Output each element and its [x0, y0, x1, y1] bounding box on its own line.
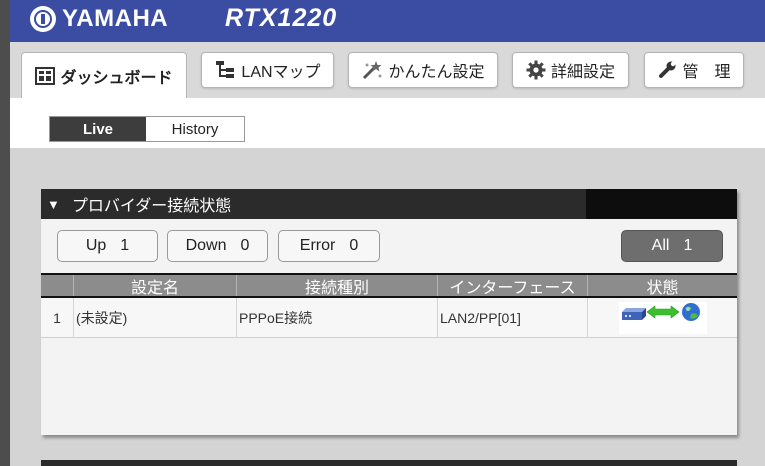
- brand-name: YAMAHA: [62, 5, 169, 32]
- live-toggle[interactable]: Live: [50, 117, 146, 141]
- globe-icon: [682, 303, 700, 321]
- main-nav: ダッシュボード LANマップ かんたん設定 詳細設定 管 理: [10, 42, 765, 98]
- table-row[interactable]: 1 (未設定) PPPoE接続 LAN2/PP[01]: [41, 298, 737, 338]
- row-interface: LAN2/PP[01]: [437, 298, 587, 338]
- wrench-icon: [659, 61, 676, 78]
- dashboard-icon: [35, 66, 56, 85]
- index-column-header: [41, 275, 73, 296]
- history-toggle[interactable]: History: [146, 117, 244, 141]
- error-count: 0: [349, 237, 359, 254]
- provider-status-panel: ▼ プロバイダー接続状態 Up 1 Down 0 Error 0 All 1 設…: [41, 189, 737, 435]
- error-label: Error: [299, 237, 336, 254]
- next-panel-header: [41, 460, 737, 466]
- main-content: Live History ▼ プロバイダー接続状態 Up 1 Down 0 Er…: [10, 98, 765, 466]
- row-name: (未設定): [73, 298, 236, 338]
- all-count: 1: [683, 237, 693, 254]
- column-header-type[interactable]: 接続種別: [236, 275, 437, 297]
- row-type: PPPoE接続: [236, 298, 437, 338]
- brand-logo: YAMAHA: [30, 3, 168, 35]
- gear-icon: [526, 60, 546, 80]
- all-label: All: [651, 237, 670, 254]
- down-count: 0: [240, 237, 250, 254]
- row-index: 1: [53, 310, 61, 326]
- tab-label: 詳細設定: [550, 64, 615, 81]
- app-frame: YAMAHA RTX1220 ダッシュボード LANマップ かんたん設定 詳細設…: [10, 0, 765, 466]
- model-name: RTX1220: [225, 4, 338, 32]
- view-toggle-bar: Live History: [10, 98, 765, 148]
- up-filter-button[interactable]: Up 1: [57, 230, 158, 262]
- column-header-interface[interactable]: インターフェース: [437, 275, 587, 297]
- down-label: Down: [185, 237, 227, 254]
- tab-management[interactable]: 管 理: [644, 52, 744, 88]
- up-label: Up: [85, 237, 107, 254]
- error-filter-button[interactable]: Error 0: [278, 230, 380, 262]
- panel-title: プロバイダー接続状態: [71, 198, 232, 215]
- all-filter-button[interactable]: All 1: [621, 230, 723, 262]
- lan-map-icon: [216, 61, 235, 78]
- down-filter-button[interactable]: Down 0: [167, 230, 268, 262]
- column-header-status[interactable]: 状態: [587, 275, 737, 297]
- up-count: 1: [120, 237, 130, 254]
- status-indicator: [619, 302, 707, 334]
- router-icon: [622, 308, 646, 320]
- tab-easy-setup[interactable]: かんたん設定: [348, 52, 498, 88]
- table-header: 設定名 接続種別 インターフェース 状態: [41, 273, 737, 298]
- tab-advanced-settings[interactable]: 詳細設定: [512, 52, 629, 88]
- tab-label: 管 理: [682, 64, 731, 81]
- tab-label: ダッシュボード: [60, 69, 173, 87]
- tab-label: LANマップ: [241, 64, 321, 81]
- header-bar: YAMAHA RTX1220: [10, 0, 765, 42]
- tab-label: かんたん設定: [388, 64, 485, 81]
- column-header-name[interactable]: 設定名: [73, 275, 236, 297]
- tab-dashboard[interactable]: ダッシュボード: [21, 52, 187, 98]
- connection-status-graphic: [622, 303, 700, 321]
- connected-arrow-icon: [646, 305, 680, 319]
- tab-lan-map[interactable]: LANマップ: [201, 52, 334, 88]
- panel-header-tail: [586, 189, 737, 219]
- panel-header[interactable]: ▼ プロバイダー接続状態: [41, 189, 586, 219]
- view-toggle: Live History: [49, 116, 245, 142]
- yamaha-tuning-fork-icon: [30, 6, 56, 32]
- magic-wand-icon: [363, 61, 382, 80]
- collapse-triangle-icon[interactable]: ▼: [47, 197, 60, 212]
